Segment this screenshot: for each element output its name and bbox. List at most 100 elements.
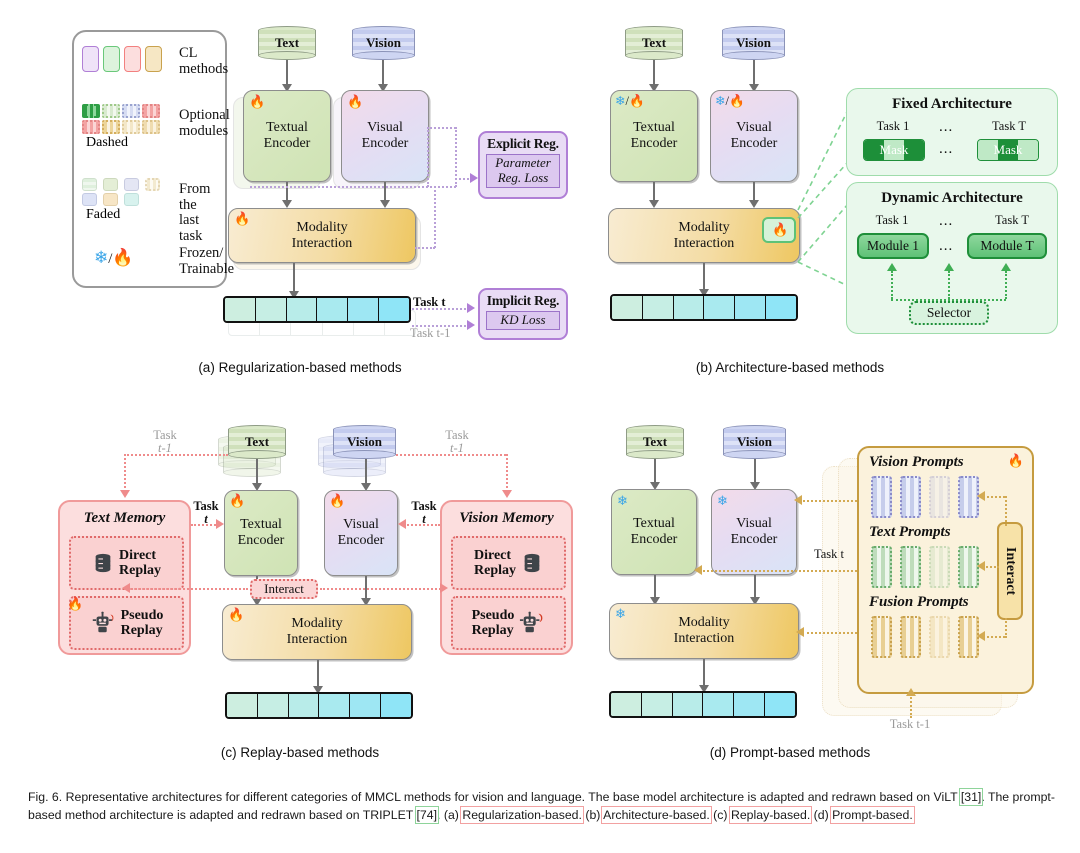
output-token bbox=[703, 693, 735, 716]
modality-label: Modality Interaction bbox=[291, 219, 353, 251]
legend-label-optional-modules: Optional modules bbox=[179, 107, 230, 139]
vision-source-label: Vision bbox=[366, 35, 401, 50]
text-pseudo-replay-label: Pseudo Replay bbox=[120, 607, 164, 638]
caption-highlight-prompt: Prompt-based. bbox=[830, 806, 915, 825]
database-icon bbox=[524, 553, 540, 573]
text-source-c: Text bbox=[228, 425, 286, 459]
arrowhead bbox=[906, 688, 916, 696]
output-token bbox=[765, 693, 795, 716]
interact-riser-bottom bbox=[1005, 618, 1007, 638]
text-source-label: Text bbox=[641, 35, 667, 50]
fixed-task-last-label: Task T bbox=[992, 119, 1026, 133]
text-memory-box: Text Memory Direct Replay Pseudo Replay bbox=[58, 500, 191, 655]
fusion-prompts-title: Fusion Prompts bbox=[869, 594, 969, 610]
modality-label: Modality Interaction bbox=[673, 219, 735, 251]
textual-encoder-label: Textual Encoder bbox=[630, 120, 678, 151]
fusion-prompt-token bbox=[958, 616, 979, 658]
arrowhead bbox=[649, 200, 659, 208]
output-token bbox=[641, 693, 673, 716]
visual-encoder-label: Visual Encoder bbox=[361, 120, 409, 151]
prompt-line-to-textenc bbox=[700, 570, 857, 572]
legend-dashed-tan bbox=[142, 120, 160, 134]
caption-highlight-architecture: Architecture-based. bbox=[601, 806, 712, 825]
fusion-prompt-token bbox=[871, 616, 892, 658]
module-box-first: Module 1 bbox=[857, 233, 929, 259]
modality-label: Modality Interaction bbox=[673, 615, 735, 646]
text-source-b: Text bbox=[625, 26, 683, 60]
reg-line-encoders-bottom bbox=[250, 186, 456, 188]
flame-icon: 🔥 bbox=[728, 94, 745, 108]
legend-note-faded: Faded bbox=[86, 207, 121, 222]
text-prompt-token-faded bbox=[929, 546, 950, 588]
panel-c-caption: (c) Replay-based methods bbox=[220, 745, 380, 760]
textual-encoder-label: Textual Encoder bbox=[630, 516, 678, 547]
task-t1-label-a: Task t-1 bbox=[410, 326, 451, 340]
output-token bbox=[735, 296, 767, 319]
flame-icon: 🔥 bbox=[228, 607, 245, 622]
prompt-line-to-visenc bbox=[800, 500, 857, 502]
modality-interaction-c: Modality Interaction bbox=[222, 604, 412, 660]
legend-row-optional-modules: Dashed bbox=[82, 104, 160, 151]
interact-to-text-line bbox=[983, 566, 999, 568]
legend-dashed-gold bbox=[102, 120, 120, 134]
dynamic-ellipsis-top: ... bbox=[939, 213, 954, 229]
text-prompt-token bbox=[871, 546, 892, 588]
arrowhead bbox=[977, 631, 985, 641]
output-token bbox=[379, 298, 409, 321]
output-token bbox=[642, 296, 674, 319]
fixed-architecture-box: Fixed Architecture Task 1 ... Task T Mas… bbox=[846, 88, 1058, 176]
interact-label-d: Interact bbox=[1003, 546, 1018, 596]
vision-source-a: Vision bbox=[352, 26, 415, 60]
vision-prompt-token bbox=[958, 476, 979, 518]
dynamic-task-last-label: Task T bbox=[995, 213, 1029, 227]
robot-icon bbox=[520, 611, 543, 633]
arrowhead bbox=[122, 583, 130, 593]
caption-ref-31: [31] bbox=[958, 788, 984, 806]
vision-source-label: Vision bbox=[737, 434, 772, 449]
interact-pill-c: Interact bbox=[250, 579, 318, 599]
vision-direct-replay: Direct Replay bbox=[451, 536, 566, 590]
replay-line-text-t1-v bbox=[124, 454, 126, 492]
output-token bbox=[350, 694, 382, 717]
text-direct-replay-label: Direct Replay bbox=[119, 547, 161, 578]
selector-arrow-first bbox=[891, 271, 893, 299]
legend-swatch-green bbox=[103, 46, 120, 72]
fusion-prompt-token-faded bbox=[929, 616, 950, 658]
arrowhead bbox=[694, 565, 702, 575]
dynamic-architecture-title: Dynamic Architecture bbox=[881, 190, 1023, 206]
output-token bbox=[257, 694, 289, 717]
vision-source-label: Vision bbox=[347, 434, 382, 449]
output-token bbox=[286, 298, 318, 321]
selector-arrow-mid bbox=[948, 271, 950, 299]
arrowhead bbox=[440, 583, 448, 593]
reg-line-taskt1-to-implicit bbox=[412, 325, 470, 327]
output-token bbox=[227, 694, 258, 717]
replay-task-t1-label-left: Task t-1 bbox=[153, 428, 177, 456]
legend-faded-blue bbox=[82, 193, 97, 206]
caption-part-6: (d) bbox=[810, 808, 833, 823]
output-token bbox=[288, 694, 320, 717]
legend-faded-green bbox=[82, 178, 97, 191]
arrowhead bbox=[977, 561, 985, 571]
dynamic-task-first-label: Task 1 bbox=[875, 213, 909, 227]
legend-swatch-purple bbox=[82, 46, 99, 72]
flame-icon: 🔥 bbox=[347, 94, 364, 109]
legend-faded-olive bbox=[103, 178, 118, 191]
legend-panel: CL methods Dashed Optional modules Faded… bbox=[72, 30, 234, 288]
panel-d-caption: (d) Prompt-based methods bbox=[709, 745, 871, 760]
replay-interact-line-right bbox=[320, 588, 445, 590]
output-token bbox=[317, 298, 349, 321]
text-prompt-token bbox=[958, 546, 979, 588]
vision-source-b: Vision bbox=[722, 26, 785, 60]
caption-prefix: Fig. 6. bbox=[28, 790, 63, 804]
textual-encoder-label: Textual Encoder bbox=[263, 120, 311, 151]
mask-box-first: Mask bbox=[863, 139, 925, 161]
fixed-ellipsis-top: ... bbox=[939, 119, 954, 135]
figure-caption: Fig. 6. Representative architectures for… bbox=[28, 788, 1058, 825]
prompt-task-t1-label: Task t-1 bbox=[889, 717, 931, 731]
output-token bbox=[348, 298, 380, 321]
legend-faded-lavender bbox=[124, 178, 139, 191]
flame-icon: 🔥 bbox=[628, 94, 645, 108]
snowflake-icon: ❄ bbox=[717, 493, 728, 508]
legend-faded-dashed-gold bbox=[145, 178, 160, 191]
